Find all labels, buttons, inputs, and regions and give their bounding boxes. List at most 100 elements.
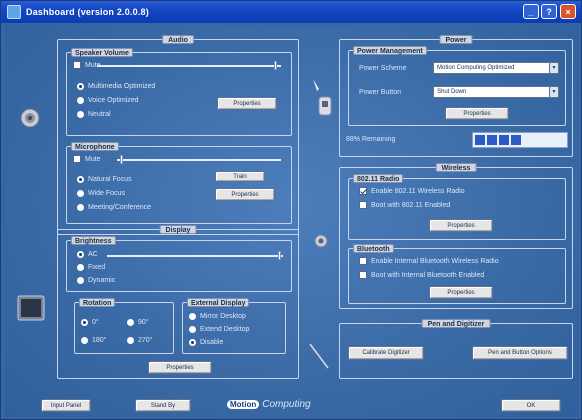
wifi-title: 802.11 Radio (353, 174, 404, 183)
chevron-down-icon[interactable]: ▼ (549, 63, 558, 73)
calibrate-digitizer-button[interactable]: Calibrate Digitizer (348, 346, 424, 360)
mic-volume-slider[interactable] (117, 159, 281, 161)
rotation-option-3-radio[interactable] (127, 337, 134, 344)
microphone-title: Microphone (71, 142, 119, 151)
power-properties-button[interactable]: Properties (445, 107, 509, 120)
wifi-enable-checkbox[interactable]: Enable 802.11 Wireless Radio (359, 187, 465, 195)
brightness-thumb[interactable] (278, 251, 282, 260)
mic-option-1-label: Wide Focus (88, 190, 125, 197)
bluetooth-enable-box[interactable] (359, 257, 367, 265)
brightness-option-2[interactable]: Dynamic (77, 277, 115, 284)
brightness-option-0[interactable]: AC (77, 251, 98, 258)
help-button[interactable]: ? (541, 4, 557, 19)
speaker-option-2[interactable]: Neutral (77, 111, 111, 118)
audio-title: Audio (162, 35, 194, 44)
mic-option-0-label: Natural Focus (88, 176, 132, 183)
brightness-option-1-label: Fixed (88, 264, 106, 271)
mic-option-2-radio[interactable] (77, 204, 84, 211)
bluetooth-enable-label: Enable Internal Bluetooth Wireless Radio (371, 257, 499, 265)
external-option-2[interactable]: Disable (189, 339, 223, 346)
mic-option-2[interactable]: Meeting/Conference (77, 204, 151, 211)
brightness-slider[interactable] (107, 255, 283, 257)
brightness-option-0-radio[interactable] (77, 251, 84, 258)
pen-icon (307, 341, 331, 371)
rotation-option-0-radio[interactable] (81, 319, 88, 326)
wifi-boot-box[interactable] (359, 201, 367, 209)
wifi-boot-checkbox[interactable]: Boot with 802.11 Enabled (359, 201, 450, 209)
rotation-option-0-label: 0° (92, 319, 99, 326)
motion-computing-logo: Motion Computing (227, 399, 311, 410)
rotation-option-3-label: 270° (138, 337, 153, 344)
audio-group: Audio Speaker Volume Mute Multimedia Opt… (57, 35, 299, 235)
dashboard-window: Dashboard (version 2.0.0.8) _ ? × Audio … (0, 0, 582, 420)
bluetooth-properties-button[interactable]: Properties (429, 286, 493, 299)
mic-option-0[interactable]: Natural Focus (77, 176, 132, 183)
wifi-boot-label: Boot with 802.11 Enabled (371, 201, 451, 209)
mic-properties-button[interactable]: Properties (215, 188, 275, 201)
pen-digitizer-title: Pen and Digitizer (421, 319, 491, 328)
input-panel-button[interactable]: Input Panel (41, 399, 91, 412)
power-group: Power Power Management Power Scheme Moti… (339, 35, 573, 157)
mic-volume-thumb[interactable] (120, 155, 124, 164)
mic-option-2-label: Meeting/Conference (88, 204, 152, 211)
title-bar[interactable]: Dashboard (version 2.0.0.8) _ ? × (1, 1, 581, 23)
speaker-option-1-label: Voice Optimized (88, 97, 139, 104)
wireless-title: Wireless (435, 163, 477, 172)
speaker-option-1-radio[interactable] (77, 97, 84, 104)
speaker-option-2-radio[interactable] (77, 111, 84, 118)
speaker-volume-slider[interactable] (97, 65, 281, 67)
display-icon-graphic (17, 295, 45, 321)
speaker-volume-title: Speaker Volume (71, 48, 133, 57)
speaker-mute-box[interactable] (73, 61, 81, 69)
external-option-2-radio[interactable] (189, 339, 196, 346)
mic-train-button[interactable]: Train (215, 171, 265, 182)
rotation-option-1-radio[interactable] (127, 319, 134, 326)
mic-mute-label: Mute (85, 155, 101, 163)
external-option-0-radio[interactable] (189, 313, 196, 320)
speaker-volume-thumb[interactable] (274, 61, 278, 70)
mic-mute-checkbox[interactable]: Mute (73, 155, 101, 163)
rotation-option-1[interactable]: 90° (127, 319, 149, 326)
mic-option-0-radio[interactable] (77, 176, 84, 183)
stand-by-button[interactable]: Stand By (135, 399, 191, 412)
external-option-1-radio[interactable] (189, 326, 196, 333)
speaker-option-1[interactable]: Voice Optimized (77, 97, 139, 104)
power-scheme-select[interactable]: Motion Computing Optimized ▼ (433, 62, 559, 74)
rotation-option-2[interactable]: 180° (81, 337, 106, 344)
battery-segment (511, 135, 521, 145)
wifi-enable-box[interactable] (359, 187, 367, 195)
brightness-option-2-radio[interactable] (77, 277, 84, 284)
mic-option-1-radio[interactable] (77, 190, 84, 197)
microphone-group: Microphone Mute Natural Focus Wide Focus (66, 142, 292, 224)
power-plug-icon (309, 75, 335, 121)
battery-segment (487, 135, 497, 145)
mic-mute-box[interactable] (73, 155, 81, 163)
power-button-label: Power Button (359, 89, 402, 96)
mic-option-1[interactable]: Wide Focus (77, 190, 125, 197)
brightness-option-1[interactable]: Fixed (77, 264, 105, 271)
brightness-option-0-label: AC (88, 251, 98, 258)
rotation-option-2-radio[interactable] (81, 337, 88, 344)
rotation-option-0[interactable]: 0° (81, 319, 99, 326)
brightness-option-1-radio[interactable] (77, 264, 84, 271)
chevron-down-icon[interactable]: ▼ (549, 87, 558, 97)
pen-button-options-button[interactable]: Pen and Button Options (472, 346, 568, 360)
minimize-button[interactable]: _ (523, 4, 539, 19)
display-properties-button[interactable]: Properties (148, 361, 212, 374)
power-button-select[interactable]: Shut Down ▼ (433, 86, 559, 98)
wifi-properties-button[interactable]: Properties (429, 219, 493, 232)
close-button[interactable]: × (560, 4, 576, 19)
speaker-properties-button[interactable]: Properties (217, 97, 277, 110)
speaker-option-0-radio[interactable] (77, 83, 84, 90)
ok-button[interactable]: OK (501, 399, 561, 412)
external-display-group: External Display Mirror Desktop Extend D… (182, 298, 286, 354)
external-option-0[interactable]: Mirror Desktop (189, 313, 246, 320)
bluetooth-enable-checkbox[interactable]: Enable Internal Bluetooth Wireless Radio (359, 257, 499, 265)
speaker-option-0[interactable]: Multimedia Optimized (77, 83, 155, 90)
dashboard-client: Audio Speaker Volume Mute Multimedia Opt… (5, 25, 579, 417)
rotation-option-3[interactable]: 270° (127, 337, 152, 344)
bluetooth-boot-box[interactable] (359, 271, 367, 279)
external-option-1[interactable]: Extend Desktop (189, 326, 249, 333)
external-option-2-label: Disable (200, 339, 224, 346)
bluetooth-boot-checkbox[interactable]: Boot with Internal Bluetooth Enabled (359, 271, 484, 279)
